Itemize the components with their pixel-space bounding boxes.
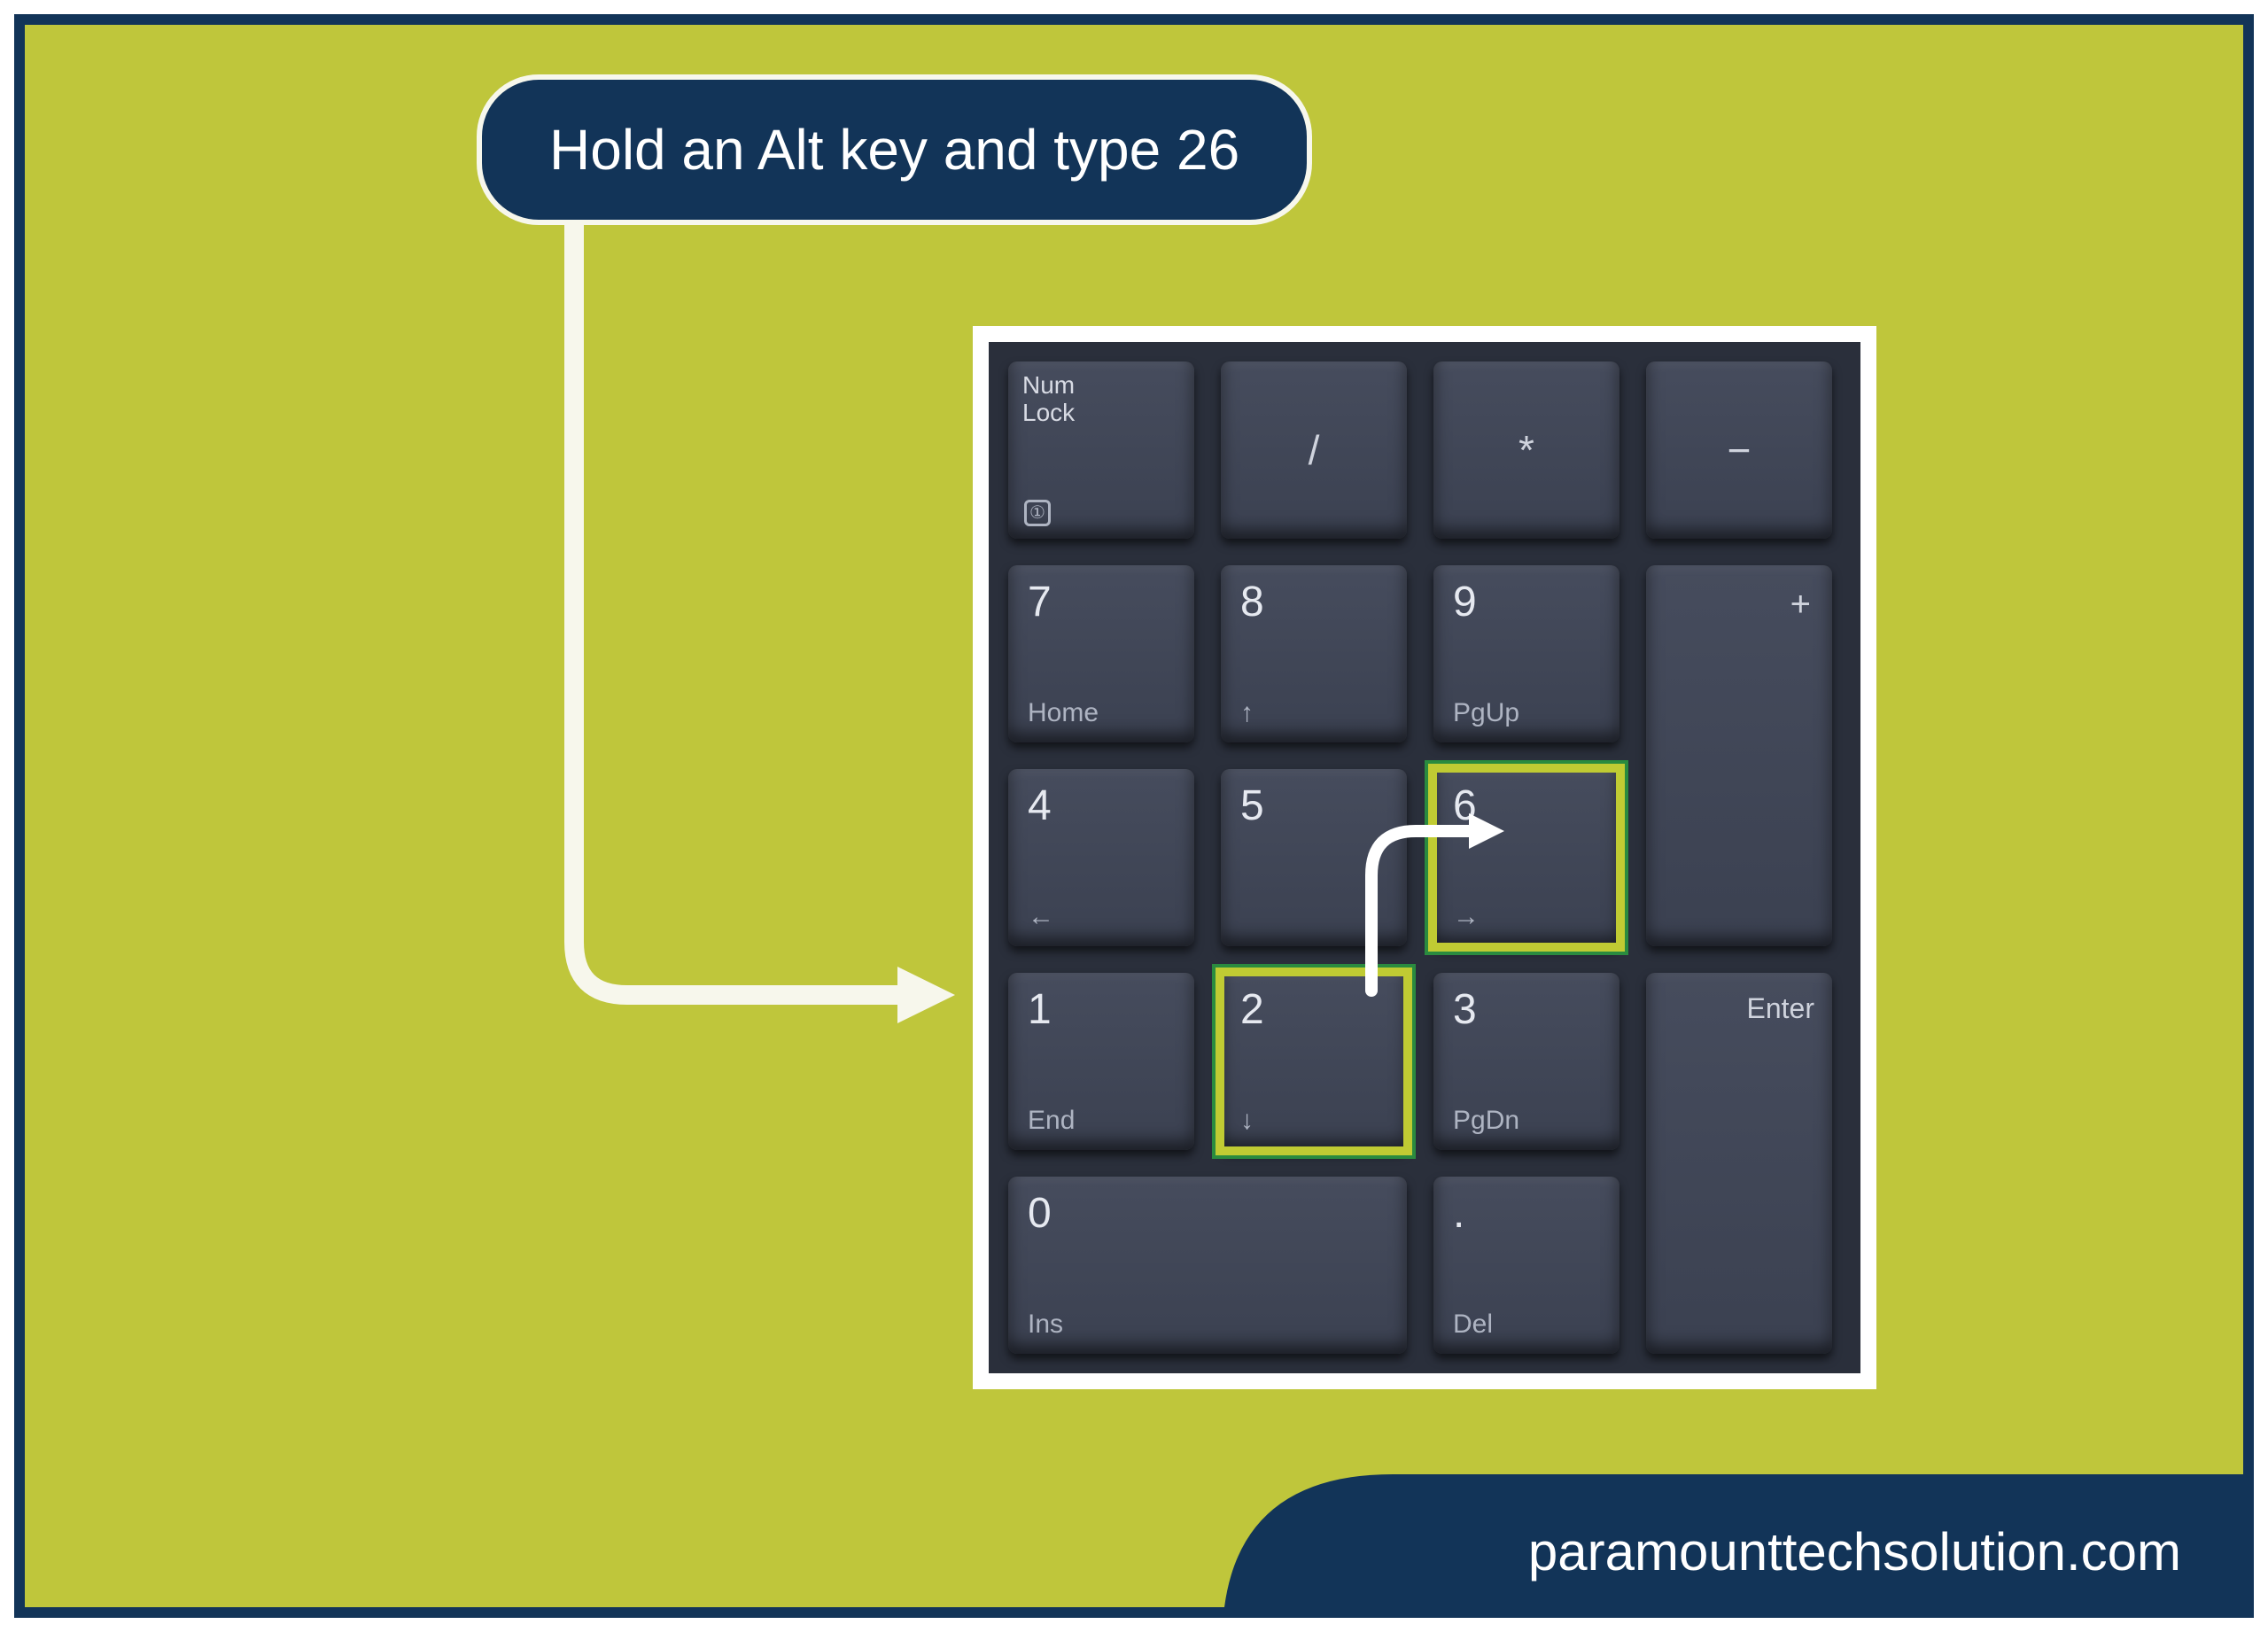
key-5[interactable]: 5 xyxy=(1221,769,1407,946)
key-0-num: 0 xyxy=(1028,1189,1052,1238)
key-0[interactable]: 0 Ins xyxy=(1008,1177,1407,1354)
key-1[interactable]: 1 End xyxy=(1008,973,1194,1150)
key-6-num: 6 xyxy=(1453,781,1477,830)
key-2-num: 2 xyxy=(1240,985,1264,1034)
key-dot[interactable]: . Del xyxy=(1433,1177,1619,1354)
key-0-sub: Ins xyxy=(1028,1309,1063,1340)
connector-arrow xyxy=(548,224,973,1066)
key-numlock[interactable]: NumLock ① xyxy=(1008,361,1194,539)
footer: paramounttechsolution.com xyxy=(1074,1474,2243,1607)
key-3-sub: PgDn xyxy=(1453,1106,1519,1136)
enter-label: Enter xyxy=(1747,992,1814,1025)
key-7-num: 7 xyxy=(1028,578,1052,626)
key-8-num: 8 xyxy=(1240,578,1264,626)
key-3[interactable]: 3 PgDn xyxy=(1433,973,1619,1150)
key-star[interactable]: * xyxy=(1433,361,1619,539)
key-dot-sub: Del xyxy=(1453,1309,1493,1340)
key-5-num: 5 xyxy=(1240,781,1264,830)
instruction-text: Hold an Alt key and type 26 xyxy=(549,118,1239,182)
key-1-num: 1 xyxy=(1028,985,1052,1034)
key-4-num: 4 xyxy=(1028,781,1052,830)
key-9-num: 9 xyxy=(1453,578,1477,626)
key-6[interactable]: 6 → xyxy=(1433,769,1619,946)
key-7-sub: Home xyxy=(1028,698,1099,728)
instruction-bubble: Hold an Alt key and type 26 xyxy=(477,74,1312,225)
diagram-frame: Hold an Alt key and type 26 NumLock ① / … xyxy=(14,14,2254,1618)
key-3-num: 3 xyxy=(1453,985,1477,1034)
key-2-sub: ↓ xyxy=(1240,1106,1254,1136)
numlock-line1: Num xyxy=(1022,371,1075,399)
key-enter[interactable]: Enter xyxy=(1646,973,1832,1354)
star-glyph: * xyxy=(1518,426,1534,474)
key-4-sub: ← xyxy=(1028,902,1054,932)
key-4[interactable]: 4 ← xyxy=(1008,769,1194,946)
key-9[interactable]: 9 PgUp xyxy=(1433,565,1619,742)
key-minus[interactable]: − xyxy=(1646,361,1832,539)
key-dot-num: . xyxy=(1453,1189,1464,1238)
key-8[interactable]: 8 ↑ xyxy=(1221,565,1407,742)
plus-glyph: + xyxy=(1790,585,1811,625)
key-plus[interactable]: + xyxy=(1646,565,1832,946)
key-9-sub: PgUp xyxy=(1453,698,1519,728)
numlock-indicator-icon: ① xyxy=(1024,500,1051,526)
key-6-sub: → xyxy=(1453,902,1480,932)
key-8-sub: ↑ xyxy=(1240,698,1254,728)
minus-glyph: − xyxy=(1728,426,1751,474)
numlock-line2: Lock xyxy=(1022,399,1075,426)
slash-glyph: / xyxy=(1309,426,1320,474)
key-1-sub: End xyxy=(1028,1106,1075,1136)
footer-url: paramounttechsolution.com xyxy=(1528,1521,2181,1582)
key-2[interactable]: 2 ↓ xyxy=(1221,973,1407,1150)
key-7[interactable]: 7 Home xyxy=(1008,565,1194,742)
key-slash[interactable]: / xyxy=(1221,361,1407,539)
numeric-keypad: NumLock ① / * − 7 Home 8 ↑ 9 xyxy=(973,326,1876,1389)
